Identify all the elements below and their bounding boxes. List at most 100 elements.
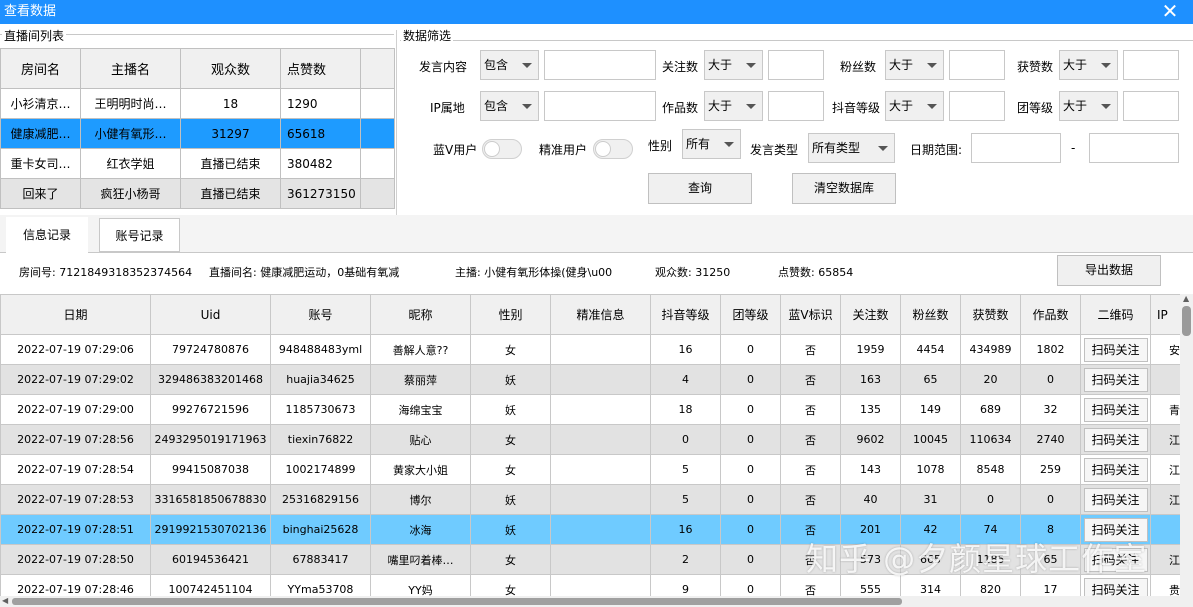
col-header[interactable]: 观众数 <box>180 48 281 89</box>
precise-toggle[interactable] <box>593 139 633 159</box>
col-header[interactable]: 获赞数 <box>960 294 1021 335</box>
col-header[interactable]: 作品数 <box>1020 294 1081 335</box>
scan-follow-button[interactable]: 扫码关注 <box>1083 427 1148 452</box>
live-room-row[interactable]: 回来了 疯狂小杨哥 直播已结束 361273150 <box>0 178 395 209</box>
close-icon[interactable]: ✕ <box>1147 0 1193 24</box>
bluev-cell: 否 <box>780 454 841 485</box>
nickname-cell: 嘴里叼着棒… <box>370 544 471 575</box>
live-room-row[interactable]: 重卡女司… 红衣学姐 直播已结束 380482 <box>0 148 395 179</box>
col-header[interactable]: 性别 <box>470 294 551 335</box>
col-header[interactable]: 蓝V标识 <box>780 294 841 335</box>
account-cell: binghai25628 <box>270 514 371 545</box>
account-cell: 948488483yml <box>270 334 371 365</box>
col-header[interactable]: 日期 <box>0 294 151 335</box>
follow-input[interactable] <box>768 50 824 80</box>
table-row[interactable]: 2022-07-19 07:29:00 99276721596 1185730673… <box>0 394 1180 425</box>
col-header[interactable]: 点赞数 <box>280 48 361 89</box>
uid-cell: 2493295019171963 <box>150 424 271 455</box>
col-header[interactable]: 精准信息 <box>550 294 651 335</box>
table-row[interactable]: 2022-07-19 07:29:02 329486383201468 huajia… <box>0 364 1180 395</box>
date-end-input[interactable] <box>1089 133 1179 163</box>
scan-follow-button[interactable]: 扫码关注 <box>1083 367 1148 392</box>
dy-level-cell: 2 <box>650 544 721 575</box>
qr-cell: 扫码关注 <box>1080 484 1151 515</box>
col-header[interactable]: 房间名 <box>0 48 81 89</box>
cell-blank <box>360 148 395 179</box>
table-row[interactable]: 2022-07-19 07:29:06 79724780876 948488483y… <box>0 334 1180 365</box>
scan-follow-button[interactable]: 扫码关注 <box>1083 487 1148 512</box>
content-input[interactable] <box>544 50 656 80</box>
dy-level-cell: 5 <box>650 484 721 515</box>
fans-op-select[interactable]: 大于 <box>885 50 944 80</box>
col-header[interactable]: Uid <box>150 294 271 335</box>
col-header[interactable]: 二维码 <box>1080 294 1151 335</box>
vertical-scrollbar[interactable]: ▲ <box>1180 294 1193 596</box>
speech-type-select[interactable]: 所有类型 <box>808 133 895 163</box>
account-cell: tiexin76822 <box>270 424 371 455</box>
precise-cell <box>550 364 651 395</box>
clear-db-button[interactable]: 清空数据库 <box>792 173 896 204</box>
col-header[interactable]: 团等级 <box>720 294 781 335</box>
likes-op-select[interactable]: 大于 <box>1059 50 1118 80</box>
scroll-up-icon[interactable]: ▲ <box>1183 294 1189 303</box>
dy-level-cell: 0 <box>650 424 721 455</box>
col-header[interactable]: IP <box>1150 294 1180 335</box>
scroll-left-icon[interactable]: ◀ <box>2 596 8 605</box>
scroll-thumb[interactable] <box>1182 306 1191 336</box>
group-level-input[interactable] <box>1123 91 1179 121</box>
col-header[interactable]: 昵称 <box>370 294 471 335</box>
gender-select[interactable]: 所有 <box>682 129 741 159</box>
col-header[interactable]: 关注数 <box>840 294 901 335</box>
uid-cell: 60194536421 <box>150 544 271 575</box>
date-cell: 2022-07-19 07:29:06 <box>0 334 151 365</box>
works-cell: 0 <box>1020 484 1081 515</box>
ip-input[interactable] <box>544 91 656 121</box>
col-header[interactable]: 账号 <box>270 294 371 335</box>
col-header[interactable]: 主播名 <box>80 48 181 89</box>
likes-input[interactable] <box>1123 50 1179 80</box>
table-row[interactable]: 2022-07-19 07:28:54 99415087038 1002174899… <box>0 454 1180 485</box>
scan-follow-button[interactable]: 扫码关注 <box>1083 577 1148 596</box>
live-room-row-selected[interactable]: 健康减肥… 小健有氧形… 31297 65618 <box>0 118 395 149</box>
date-range-label: 日期范围: <box>910 143 963 157</box>
tab-account-records[interactable]: 账号记录 <box>99 218 180 252</box>
scroll-thumb[interactable] <box>12 598 902 605</box>
group-level-op-select[interactable]: 大于 <box>1059 91 1118 121</box>
col-header[interactable]: 粉丝数 <box>900 294 961 335</box>
scan-follow-button[interactable]: 扫码关注 <box>1083 397 1148 422</box>
scan-follow-button[interactable]: 扫码关注 <box>1083 457 1148 482</box>
bluev-label: 蓝V用户 <box>433 143 478 157</box>
live-room-row[interactable]: 小衫清京… 王明明时尚… 18 1290 <box>0 88 395 119</box>
nickname-cell: YY妈 <box>370 574 471 596</box>
dy-level-cell: 16 <box>650 514 721 545</box>
precise-cell <box>550 424 651 455</box>
date-cell: 2022-07-19 07:28:51 <box>0 514 151 545</box>
works-op-select[interactable]: 大于 <box>704 91 763 121</box>
fans-input[interactable] <box>949 50 1005 80</box>
dy-level-op-select[interactable]: 大于 <box>885 91 944 121</box>
precise-cell <box>550 454 651 485</box>
follow-op-select[interactable]: 大于 <box>704 50 763 80</box>
content-op-select[interactable]: 包含 <box>480 50 539 80</box>
horizontal-scrollbar[interactable]: ◀ <box>0 596 1193 607</box>
scan-follow-button[interactable]: 扫码关注 <box>1083 337 1148 362</box>
fans-cell: 10045 <box>900 424 961 455</box>
query-button[interactable]: 查询 <box>648 173 752 204</box>
date-start-input[interactable] <box>971 133 1061 163</box>
table-row[interactable]: 2022-07-19 07:28:53 3316581850678830 25316… <box>0 484 1180 515</box>
ip-cell: 江 <box>1150 454 1180 485</box>
follow-cell: 1959 <box>840 334 901 365</box>
qr-cell: 扫码关注 <box>1080 364 1151 395</box>
works-input[interactable] <box>768 91 824 121</box>
dy-level-input[interactable] <box>949 91 1005 121</box>
room-name: 回来了 <box>0 178 81 209</box>
col-header[interactable]: 抖音等级 <box>650 294 721 335</box>
ip-op-select[interactable]: 包含 <box>480 91 539 121</box>
precise-label: 精准用户 <box>539 143 588 157</box>
table-row[interactable]: 2022-07-19 07:28:56 2493295019171963 tiexi… <box>0 424 1180 455</box>
chevron-down-icon <box>746 104 756 109</box>
export-button[interactable]: 导出数据 <box>1057 255 1161 286</box>
tab-info-records[interactable]: 信息记录 <box>6 217 88 253</box>
bluev-toggle[interactable] <box>482 139 522 159</box>
gender-cell: 妖 <box>470 514 551 545</box>
